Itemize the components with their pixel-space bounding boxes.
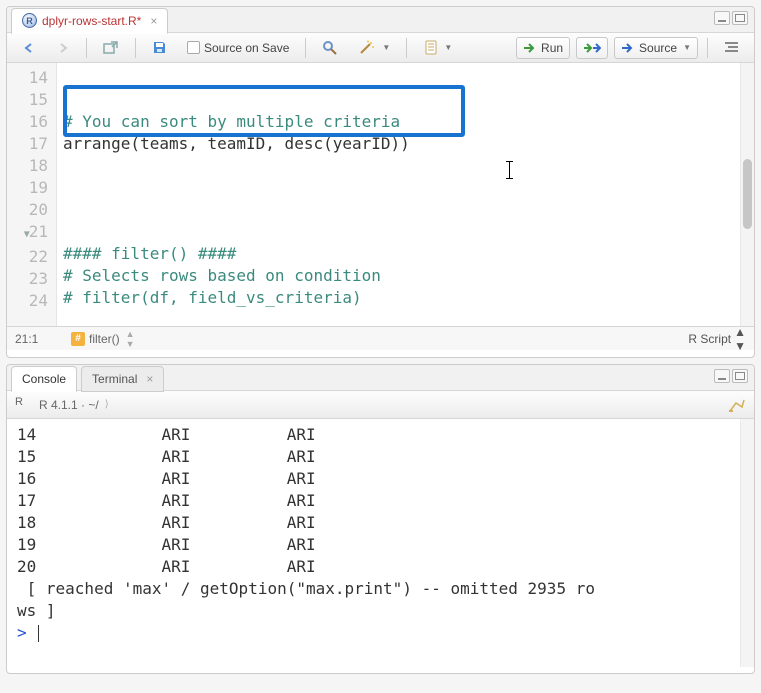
close-icon[interactable]: ×: [150, 14, 157, 28]
pane-window-controls: [714, 11, 748, 25]
wand-icon: [358, 40, 376, 56]
console-row: 14 ARI ARI: [17, 425, 316, 444]
source-button[interactable]: Source ▼: [614, 37, 698, 59]
source-label: Source: [639, 41, 677, 55]
chevron-down-icon: ▼: [683, 43, 691, 52]
outline-button[interactable]: [717, 37, 746, 59]
console-row: 15 ARI ARI: [17, 447, 316, 466]
find-button[interactable]: [315, 37, 345, 59]
source-file-tab[interactable]: R dplyr-rows-start.R* ×: [11, 8, 168, 34]
minimize-pane-button[interactable]: [714, 369, 730, 383]
console-output[interactable]: 14 ARI ARI 15 ARI ARI 16 ARI ARI 17 ARI …: [7, 419, 754, 667]
back-button[interactable]: [15, 37, 43, 59]
rerun-button[interactable]: [576, 37, 608, 59]
console-row: 19 ARI ARI: [17, 535, 316, 554]
cursor-icon: [38, 625, 39, 642]
file-type-label: R Script: [688, 332, 731, 346]
terminal-tab-label: Terminal: [92, 372, 137, 386]
console-tab-row: Console Terminal ×: [7, 365, 754, 391]
outline-icon: [724, 41, 739, 54]
console-pane: Console Terminal × R R 4.1.1 · ~/ ⟩ 14 A…: [6, 364, 755, 674]
console-scrollbar[interactable]: [740, 419, 754, 667]
popout-icon: [103, 41, 119, 55]
updown-icon: ▲▼: [126, 329, 135, 349]
arrow-right-icon: [56, 42, 70, 54]
search-icon: [322, 40, 338, 56]
updown-icon: ▲▼: [734, 325, 746, 353]
console-tab[interactable]: Console: [11, 366, 77, 392]
chevron-down-icon: ▼: [444, 43, 452, 52]
code-area[interactable]: # You can sort by multiple criteria arra…: [57, 63, 754, 326]
source-on-save-toggle[interactable]: Source on Save: [180, 37, 296, 59]
code-line: # You can sort by multiple criteria: [63, 112, 400, 131]
console-prompt: >: [17, 623, 27, 642]
console-tab-label: Console: [22, 372, 66, 386]
chevron-down-icon: ▼: [382, 43, 390, 52]
report-button[interactable]: ▼: [416, 37, 459, 59]
code-tools-button[interactable]: ▼: [351, 37, 397, 59]
code-line: arrange(teams, teamID, desc(yearID)): [63, 134, 410, 153]
terminal-tab[interactable]: Terminal ×: [81, 366, 164, 392]
source-tab-row: R dplyr-rows-start.R* ×: [7, 7, 754, 33]
console-header-text[interactable]: R 4.1.1 · ~/: [39, 398, 99, 412]
arrow-left-icon: [22, 42, 36, 54]
show-in-new-window-button[interactable]: [96, 37, 126, 59]
source-on-save-label: Source on Save: [204, 41, 289, 55]
chevron-right-icon[interactable]: ⟩: [105, 399, 109, 410]
text-cursor-icon: [509, 161, 510, 179]
source-file-name: dplyr-rows-start.R*: [42, 14, 141, 28]
source-arrow-icon: [621, 42, 635, 54]
line-gutter: 14 15 16 17 18 19 20 ▼21 22 23 24: [7, 63, 57, 326]
console-row: 17 ARI ARI: [17, 491, 316, 510]
code-line: # filter(df, field_vs_criteria): [63, 288, 362, 307]
save-button[interactable]: [145, 37, 174, 59]
r-file-icon: R: [22, 13, 37, 28]
rerun-icon: [583, 42, 601, 54]
run-button[interactable]: Run: [516, 37, 570, 59]
close-icon[interactable]: ×: [146, 372, 153, 386]
save-icon: [152, 40, 167, 55]
source-toolbar: Source on Save ▼ ▼ Run: [7, 33, 754, 63]
file-type-selector[interactable]: R Script ▲▼: [688, 325, 746, 353]
checkbox-icon: [187, 41, 200, 54]
run-arrow-icon: [523, 42, 537, 54]
source-statusbar: 21:1 # filter() ▲▼ R Script ▲▼: [7, 326, 754, 350]
minimize-pane-button[interactable]: [714, 11, 730, 25]
pane-window-controls: [714, 369, 748, 383]
console-truncation: [ reached 'max' / getOption("max.print")…: [17, 579, 595, 598]
console-row: 18 ARI ARI: [17, 513, 316, 532]
console-row: 20 ARI ARI: [17, 557, 316, 576]
maximize-pane-button[interactable]: [732, 11, 748, 25]
editor-scrollbar[interactable]: [740, 63, 754, 326]
code-line: #### filter() ####: [63, 244, 236, 263]
code-line: # Selects rows based on condition: [63, 266, 381, 285]
clear-console-button[interactable]: [728, 397, 746, 413]
source-pane: R dplyr-rows-start.R* ×: [6, 6, 755, 358]
notebook-icon: [423, 40, 438, 56]
console-truncation: ws ]: [17, 601, 56, 620]
code-editor[interactable]: 14 15 16 17 18 19 20 ▼21 22 23 24 # You …: [7, 63, 754, 326]
maximize-pane-button[interactable]: [732, 369, 748, 383]
forward-button[interactable]: [49, 37, 77, 59]
console-toolbar: R R 4.1.1 · ~/ ⟩: [7, 391, 754, 419]
r-logo-icon: R: [15, 396, 33, 414]
console-row: 16 ARI ARI: [17, 469, 316, 488]
run-label: Run: [541, 41, 563, 55]
